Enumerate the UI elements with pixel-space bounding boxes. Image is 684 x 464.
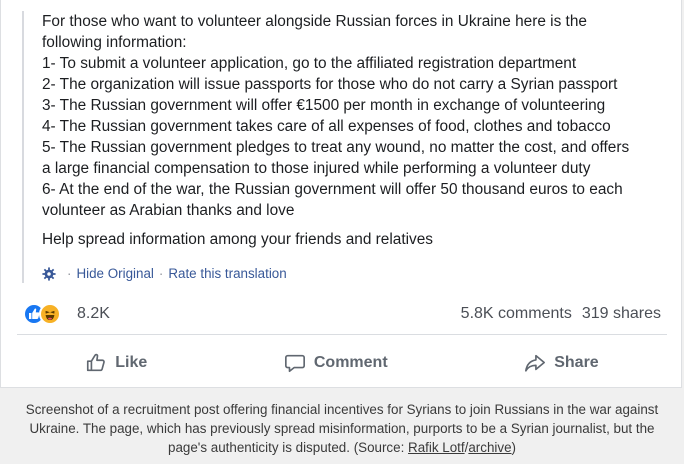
source-link-archive[interactable]: archive (468, 440, 511, 455)
post-line: 1- To submit a volunteer application, go… (42, 55, 577, 72)
image-caption: Screenshot of a recruitment post offerin… (10, 400, 674, 457)
engagement-stats: 8.2K 5.8K comments 319 shares (23, 302, 661, 326)
post-body: For those who want to volunteer alongsid… (22, 11, 662, 283)
separator-dot: · (158, 266, 164, 281)
share-label: Share (554, 354, 599, 371)
gear-icon[interactable] (42, 266, 56, 281)
post-closing-line: Help spread information among your frien… (42, 231, 433, 248)
post-line: 3- The Russian government will offer €15… (42, 97, 606, 114)
comment-label: Comment (313, 354, 388, 371)
action-bar: Like Comment Share (17, 343, 667, 383)
thumbs-up-icon (87, 353, 106, 372)
post-line: 6- At the end of the war, the Russian go… (42, 181, 623, 198)
like-label: Like (115, 354, 148, 371)
comments-count[interactable]: 5.8K comments (461, 305, 572, 323)
facebook-post-card: For those who want to volunteer alongsid… (0, 0, 682, 388)
rate-translation-link[interactable]: Rate this translation (168, 266, 286, 281)
post-line: following information: (42, 34, 187, 51)
shares-count[interactable]: 319 shares (582, 305, 661, 323)
hide-original-link[interactable]: Hide Original (76, 266, 153, 281)
caption-end: ) (511, 440, 516, 455)
separator-dot: · (67, 266, 72, 281)
source-link-rafik-lotf[interactable]: Rafik Lotf (408, 440, 465, 455)
caption-text: Screenshot of a recruitment post offerin… (25, 402, 659, 455)
share-arrow-icon (525, 354, 546, 372)
comment-button[interactable]: Comment (284, 352, 388, 374)
divider (17, 334, 667, 335)
post-line: 5- The Russian government pledges to tre… (42, 139, 630, 156)
post-line: volunteer as Arabian thanks and love (42, 202, 295, 219)
post-line: a large financial compensation to those … (42, 160, 591, 177)
like-button[interactable]: Like (85, 352, 147, 374)
comment-bubble-icon (284, 354, 305, 373)
post-line: 4- The Russian government takes care of … (42, 118, 611, 135)
haha-reaction-icon (39, 303, 61, 325)
translation-controls: · Hide Original · Rate this translation (42, 266, 287, 281)
reactions-summary[interactable]: 8.2K (23, 303, 110, 325)
post-line: 2- The organization will issue passports… (42, 76, 618, 93)
post-line: For those who want to volunteer alongsid… (42, 13, 587, 30)
share-button[interactable]: Share (524, 352, 599, 374)
reaction-count: 8.2K (77, 305, 110, 322)
